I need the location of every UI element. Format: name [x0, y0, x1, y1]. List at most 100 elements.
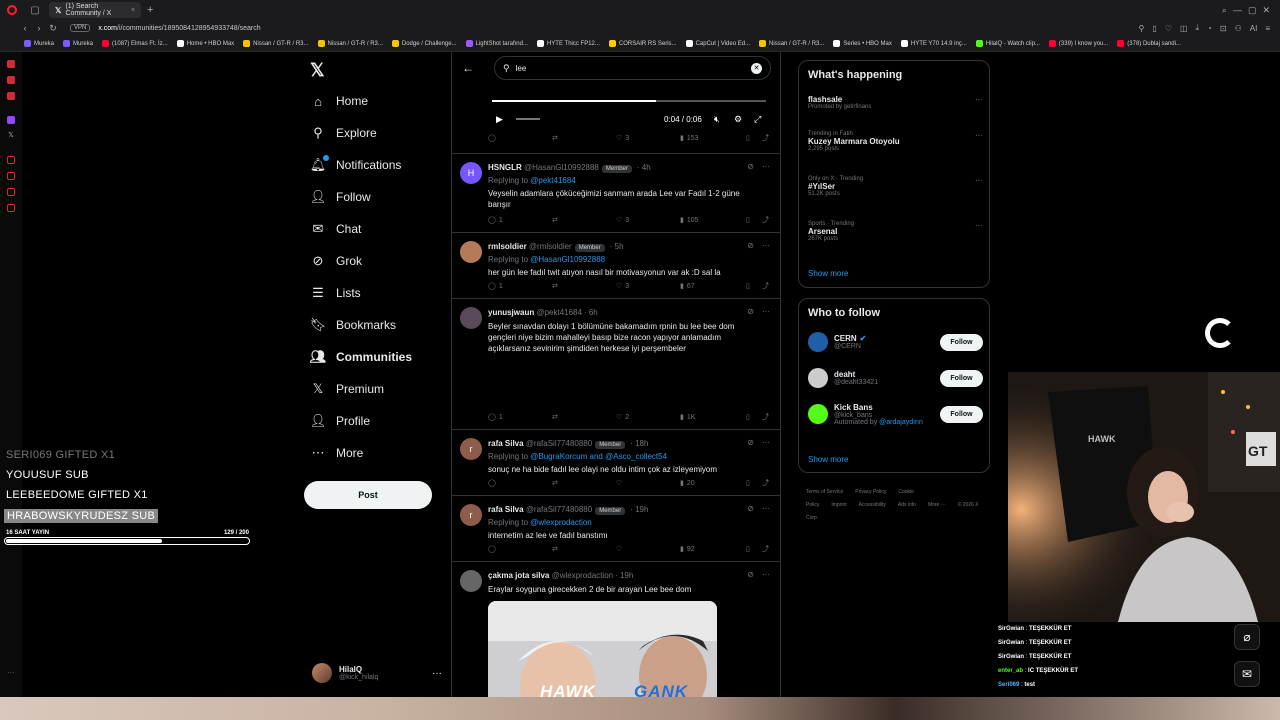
extensions-icon[interactable]: ◫: [1180, 24, 1188, 33]
bookmark-icon[interactable]: ▯: [746, 413, 750, 421]
nav-item-chat[interactable]: ✉ Chat: [310, 217, 362, 241]
bookmark-item[interactable]: Nissan / GT-R / R3...: [243, 40, 309, 47]
views-icon[interactable]: ▮ 20: [680, 479, 695, 488]
reply-mention-link[interactable]: @HasanGl10992888: [530, 255, 605, 264]
bookmark-icon[interactable]: ▯: [746, 282, 750, 290]
tweet-avatar[interactable]: [460, 307, 482, 329]
show-more-link[interactable]: Show more: [808, 455, 848, 464]
bookmark-item[interactable]: (339) I know you...: [1048, 40, 1108, 47]
tweet-author-handle[interactable]: @rafaSil77480880: [526, 505, 592, 514]
like-icon[interactable]: ♡: [616, 545, 622, 553]
footer-link[interactable]: Terms of Service: [806, 489, 843, 495]
chat-username[interactable]: SirGwian: [998, 640, 1024, 646]
sidebar-app-icon[interactable]: [7, 76, 15, 84]
tweet[interactable]: yunusjwaun @pekt41684 · 6h ⊘ ··· Beyler sına…: [452, 299, 780, 430]
share-icon[interactable]: ⤴: [762, 544, 769, 554]
tweet-author-handle[interactable]: @HasanGl10992888: [524, 163, 599, 172]
retweet-icon[interactable]: ⇄: [552, 413, 558, 421]
follow-suggestion[interactable]: CERN ✔ @CERN Follow: [808, 327, 983, 357]
reply-icon[interactable]: ◯: [488, 545, 496, 553]
tweet-author-handle[interactable]: @rmlsoldier: [529, 242, 572, 251]
grok-icon[interactable]: ⊘: [747, 162, 754, 171]
tweet-author-name[interactable]: rmlsoldier: [488, 242, 527, 251]
tweet-time[interactable]: · 5h: [610, 242, 624, 251]
footer-link[interactable]: Imprint: [831, 502, 846, 508]
nav-item-notifications[interactable]: 🔔︎ Notifications: [310, 153, 401, 177]
tweet[interactable]: çakma jota silva @wlexprodaction · 19h ⊘ ··…: [452, 562, 780, 697]
views-icon[interactable]: ▮ 153: [680, 134, 699, 143]
tweet[interactable]: rmlsoldier @rmlsoldier Member · 5h ⊘ ··· Repl…: [452, 233, 780, 299]
like-icon[interactable]: ♡ 3: [616, 134, 629, 143]
bookmark-item[interactable]: Nissan / GT-R / R3...: [759, 40, 824, 47]
tweet-author-name[interactable]: rafa Silva: [488, 505, 524, 514]
zoom-icon[interactable]: ⚲: [1139, 24, 1145, 33]
fullscreen-icon[interactable]: ⤢: [754, 114, 761, 125]
minimize-icon[interactable]: —: [1233, 5, 1242, 16]
vpn-badge[interactable]: VPN: [70, 24, 91, 32]
tweet-more-icon[interactable]: ···: [762, 438, 770, 447]
reply-icon[interactable]: ◯ 1: [488, 216, 503, 225]
sidebar-settings-icon[interactable]: [7, 172, 15, 180]
retweet-icon[interactable]: ⇄: [552, 282, 558, 290]
automated-link[interactable]: @ardajaydınn: [879, 419, 923, 426]
avatar[interactable]: [808, 368, 828, 388]
reply-icon[interactable]: ◯ 1: [488, 413, 503, 422]
chat-username[interactable]: SirGwian: [998, 654, 1024, 660]
footer-link[interactable]: Ads info: [898, 502, 916, 508]
trend-item[interactable]: Only on X · Trending #YılSer 51.2K posts ··…: [808, 176, 983, 197]
views-icon[interactable]: ▮ 105: [680, 216, 699, 225]
follow-button[interactable]: Follow: [940, 405, 983, 423]
chat-message-icon[interactable]: ✉: [1234, 661, 1260, 687]
nav-item-grok[interactable]: ⊘ Grok: [310, 249, 362, 273]
share-icon[interactable]: ⤴: [762, 133, 769, 143]
follow-button[interactable]: Follow: [940, 369, 983, 387]
tweet-author-handle[interactable]: @pekt41684: [536, 308, 582, 317]
new-tab-button[interactable]: +: [147, 4, 153, 16]
sidebar-tool-icon[interactable]: [7, 188, 15, 196]
x-sidebar-icon[interactable]: 𝕏: [7, 132, 15, 140]
tweet-time[interactable]: · 19h: [630, 505, 648, 514]
follow-suggestion[interactable]: deaht @deaht33421 Follow: [808, 363, 983, 393]
bookmark-item[interactable]: Dodge / Challenge...: [391, 40, 457, 47]
tweet-more-icon[interactable]: ···: [762, 307, 770, 316]
profile-ext-icon[interactable]: ⚇: [1235, 24, 1242, 33]
trend-more-icon[interactable]: ···: [975, 221, 983, 230]
tweet-author-handle[interactable]: @rafaSil77480880: [526, 439, 592, 448]
bookmark-item[interactable]: Nissan / GT-R / R3...: [317, 40, 383, 47]
download-icon[interactable]: ⤓: [1196, 23, 1200, 33]
sidebar-more-icon[interactable]: ⋯: [7, 670, 15, 678]
bookmark-item[interactable]: Home • HBO Max: [176, 40, 234, 47]
tweet-avatar[interactable]: r: [460, 438, 482, 460]
retweet-icon[interactable]: ⇄: [552, 479, 558, 487]
footer-link[interactable]: Privacy Policy: [855, 489, 886, 495]
bookmark-icon[interactable]: ▯: [746, 479, 750, 487]
nav-item-communities[interactable]: 👥︎ Communities: [310, 345, 412, 369]
tweet-more-icon[interactable]: ···: [762, 241, 770, 250]
reply-icon[interactable]: ◯: [488, 134, 496, 142]
tweet-time[interactable]: · 6h: [584, 308, 598, 317]
grok-icon[interactable]: ⊘: [747, 570, 754, 579]
video-progress-bar[interactable]: [492, 100, 766, 102]
reply-mention-link[interactable]: @pekt41684: [530, 176, 576, 185]
bookmark-item[interactable]: HilalQ - Watch clip...: [975, 40, 1040, 47]
grok-icon[interactable]: ⊘: [747, 241, 754, 250]
maximize-icon[interactable]: ▢: [1248, 5, 1257, 16]
reply-mention-link[interactable]: @BugraKorcum and @Asco_collect54: [530, 452, 667, 461]
show-more-link[interactable]: Show more: [808, 269, 848, 278]
trend-more-icon[interactable]: ···: [975, 176, 983, 185]
retweet-icon[interactable]: ⇄: [552, 216, 558, 224]
grok-icon[interactable]: ⊘: [747, 307, 754, 316]
nav-item-premium[interactable]: 𝕏 Premium: [310, 377, 384, 401]
tweet-time[interactable]: · 18h: [630, 439, 648, 448]
settings-gear-icon[interactable]: ⚙: [734, 114, 742, 125]
grok-icon[interactable]: ⊘: [747, 504, 754, 513]
tweet-time[interactable]: · 19h: [615, 571, 633, 580]
menu-icon[interactable]: ≡: [1265, 24, 1270, 33]
bookmark-icon[interactable]: ▯: [746, 134, 750, 142]
trend-more-icon[interactable]: ···: [975, 95, 983, 104]
nav-item-more[interactable]: ⋯ More: [310, 441, 364, 465]
bookmark-item[interactable]: LightShot tarafınd...: [465, 40, 528, 47]
retweet-icon[interactable]: ⇄: [552, 545, 558, 553]
tweet-author-handle[interactable]: @wlexprodaction: [552, 571, 613, 580]
tweet[interactable]: r rafa Silva @rafaSil77480880 Member · 18h ⊘…: [452, 430, 780, 496]
